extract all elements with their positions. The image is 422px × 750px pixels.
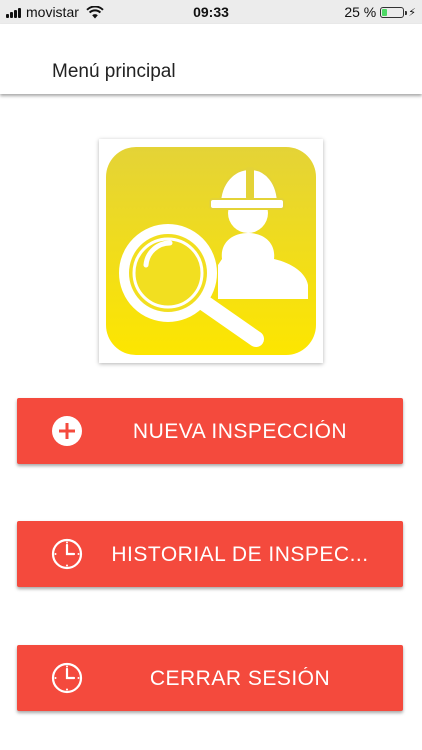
page-title: Menú principal <box>52 61 176 82</box>
inspection-history-button[interactable]: HISTORIAL DE INSPEC... <box>17 521 403 587</box>
status-bar: movistar 09:33 25 % ⚡︎ <box>0 0 422 24</box>
app-logo <box>99 139 323 363</box>
worker-inspection-logo <box>106 147 316 355</box>
new-inspection-button[interactable]: NUEVA INSPECCIÓN <box>17 398 403 464</box>
status-bar-right: 25 % ⚡︎ <box>344 4 416 20</box>
app-header: Menú principal <box>0 24 422 94</box>
logout-button[interactable]: CERRAR SESIÓN <box>17 645 403 711</box>
battery-percent: 25 % <box>344 4 377 20</box>
charging-bolt-icon: ⚡︎ <box>408 6 416 19</box>
battery-icon <box>380 6 408 18</box>
plus-circle-icon <box>52 416 82 446</box>
inspection-history-label: HISTORIAL DE INSPEC... <box>111 543 369 566</box>
new-inspection-label: NUEVA INSPECCIÓN <box>132 420 348 443</box>
logout-label: CERRAR SESIÓN <box>149 667 331 690</box>
clock-icon <box>51 538 83 570</box>
clock-icon <box>51 662 83 694</box>
